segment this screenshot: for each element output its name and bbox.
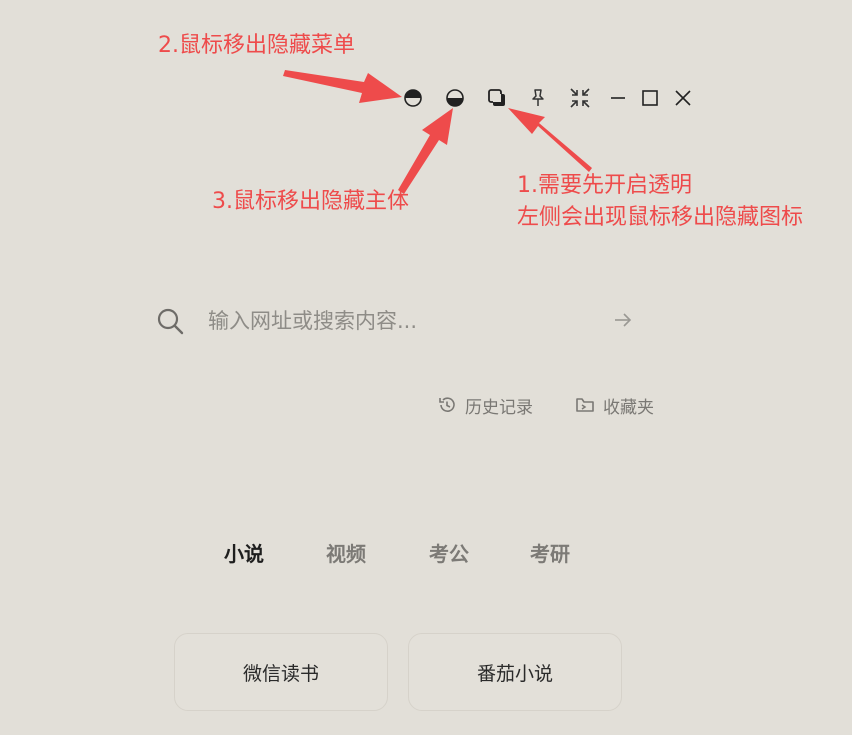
site-card-label: 微信读书 — [242, 662, 319, 685]
tab-civil-exam[interactable]: 考公 — [429, 538, 469, 567]
history-icon — [439, 397, 455, 412]
minimize-icon — [611, 97, 625, 99]
maximize-icon — [642, 90, 658, 106]
tab-grad-exam[interactable]: 考研 — [530, 538, 570, 567]
search-bar — [150, 295, 650, 347]
transparency-icon — [488, 89, 505, 106]
arrow-to-hide-menu — [283, 70, 402, 103]
hide-body-button[interactable] — [442, 85, 468, 111]
close-button[interactable] — [670, 85, 696, 111]
annotation-transparency: 1.需要先开启透明 左侧会出现鼠标移出隐藏图标 — [517, 170, 803, 234]
shrink-button[interactable] — [567, 85, 593, 111]
shrink-icon — [570, 88, 590, 108]
maximize-button[interactable] — [637, 85, 663, 111]
history-link[interactable]: 历史记录 — [437, 392, 533, 418]
site-card-weread[interactable]: 微信读书 — [174, 633, 388, 711]
annotation-arrows — [283, 70, 592, 194]
search-input[interactable] — [208, 305, 588, 337]
annotation-hide-menu: 2.鼠标移出隐藏菜单 — [158, 33, 355, 58]
arrow-right-icon[interactable] — [612, 309, 634, 331]
arrow-to-transparency — [508, 108, 592, 172]
favorites-label: 收藏夹 — [603, 397, 654, 418]
hide-menu-button[interactable] — [400, 85, 426, 111]
favorites-link[interactable]: 收藏夹 — [575, 392, 654, 418]
tab-video[interactable]: 视频 — [326, 538, 366, 567]
annotation-transparency-line1: 1.需要先开启透明 — [517, 173, 692, 198]
annotation-hide-body: 3.鼠标移出隐藏主体 — [212, 189, 409, 214]
close-icon — [675, 90, 691, 106]
folder-icon — [576, 398, 594, 412]
site-card-fanqie[interactable]: 番茄小说 — [408, 633, 622, 711]
search-icon[interactable] — [156, 307, 184, 335]
arrow-to-hide-body — [398, 108, 453, 194]
half-circle-top-icon — [404, 89, 422, 107]
minimize-button[interactable] — [605, 85, 631, 111]
pin-button[interactable] — [525, 85, 551, 111]
site-card-label: 番茄小说 — [476, 662, 553, 685]
transparency-button[interactable] — [484, 85, 510, 111]
history-label: 历史记录 — [465, 397, 533, 418]
tab-novel[interactable]: 小说 — [224, 538, 264, 567]
half-circle-bottom-icon — [446, 89, 464, 107]
pin-icon — [532, 89, 544, 106]
annotation-transparency-line2: 左侧会出现鼠标移出隐藏图标 — [517, 205, 804, 230]
